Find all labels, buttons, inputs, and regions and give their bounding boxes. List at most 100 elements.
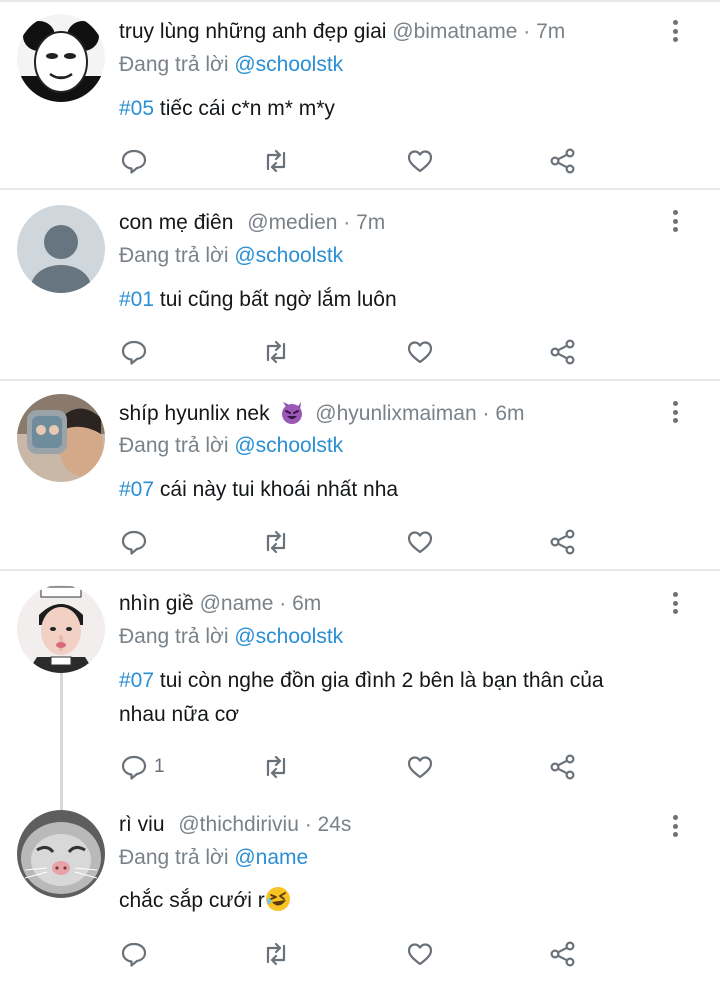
more-icon[interactable] [666,399,684,425]
display-name[interactable]: con mẹ điên [119,211,233,234]
user-handle[interactable]: @hyunlixmaiman · 6m [315,402,524,425]
user-handle[interactable]: @medien · 7m [247,211,385,234]
share-button[interactable] [549,751,577,783]
reply-context: Đang trả lời @schoolstk [119,624,343,650]
tweet-actions [0,526,720,558]
tweet-divider [0,188,720,190]
reply-context: Đang trả lời @schoolstk [119,52,343,78]
avatar[interactable] [17,394,105,482]
tweet-text: #07 cái này tui khoái nhất nha [119,473,689,507]
avatar[interactable] [17,810,105,898]
reply-mention[interactable]: @schoolstk [234,625,343,648]
retweet-button[interactable] [262,526,290,558]
tweet-divider [0,379,720,381]
reply-button[interactable] [120,145,154,177]
like-icon [407,341,433,364]
reply-icon [121,149,147,174]
reply-prefix: Đang trả lời [119,846,229,869]
avatar[interactable] [17,585,105,673]
reply-mention[interactable]: @schoolstk [234,53,343,76]
display-name[interactable]: shíp hyunlix nek [119,402,270,425]
tweet-text: #01 tui cũng bất ngờ lắm luôn [119,283,689,317]
thread-line [60,672,63,814]
share-icon [550,754,575,780]
tweet-actions [0,336,720,368]
tweet-header: shíp hyunlix nek @hyunlixmaiman · 6m [119,399,525,427]
reply-icon [121,942,147,967]
reply-context: Đang trả lời @schoolstk [119,243,343,269]
like-icon [407,943,433,966]
hashtag[interactable]: #01 [119,288,154,311]
display-name[interactable]: truy lùng những anh đẹp giai [119,20,386,43]
share-button[interactable] [549,938,577,970]
tweet-text: chắc sắp cưới r [119,884,689,918]
display-name[interactable]: rì viu [119,813,165,836]
reply-button[interactable] [120,526,154,558]
retweet-icon [266,340,286,364]
user-handle[interactable]: @name · 6m [200,592,322,615]
reply-mention[interactable]: @name [234,846,308,869]
reply-mention[interactable]: @schoolstk [234,244,343,267]
retweet-icon [266,149,286,173]
hashtag[interactable]: #07 [119,669,154,692]
tweet-actions: 1 [0,751,720,783]
like-button[interactable] [406,751,434,783]
reply-count: 1 [154,756,165,777]
top-divider [0,0,720,2]
reply-button[interactable] [120,938,154,970]
retweet-button[interactable] [262,751,290,783]
share-button[interactable] [549,336,577,368]
tweet-text-content: tui còn nghe đồn gia đình 2 bên là bạn t… [159,669,604,692]
share-icon [550,529,575,555]
tweet-text-content: chắc sắp cưới r [119,889,265,912]
like-button[interactable] [406,938,434,970]
more-icon[interactable] [666,813,684,839]
like-button[interactable] [406,336,434,368]
more-icon[interactable] [666,208,684,234]
tweet-actions [0,145,720,177]
like-icon [407,150,433,173]
reply-context: Đang trả lời @name [119,845,308,871]
tweet-text: #07 tui còn nghe đồn gia đình 2 bên là b… [119,664,689,732]
user-handle[interactable]: @bimatname · 7m [392,20,565,43]
tweet-actions [0,938,720,970]
tweet-text-content: cái này tui khoái nhất nha [159,478,399,501]
more-icon[interactable] [666,18,684,44]
user-handle[interactable]: @thichdiriviu · 24s [178,813,351,836]
retweet-button[interactable] [262,938,290,970]
reply-button[interactable]: 1 [120,751,165,783]
like-button[interactable] [406,526,434,558]
more-icon[interactable] [666,590,684,616]
like-icon [407,531,433,554]
hashtag[interactable]: #05 [119,97,154,120]
retweet-icon [266,942,286,966]
tweet-text: #05 tiếc cái c*n m* m*y [119,92,689,126]
reply-button[interactable] [120,336,154,368]
avatar[interactable] [17,205,105,293]
tweet-header: con mẹ điên @medien · 7m [119,210,385,236]
tweet-header: rì viu @thichdiriviu · 24s [119,812,351,838]
share-button[interactable] [549,145,577,177]
reply-prefix: Đang trả lời [119,53,229,76]
share-icon [550,339,575,365]
display-name[interactable]: nhìn giề [119,592,194,615]
retweet-button[interactable] [262,145,290,177]
hashtag[interactable]: #07 [119,478,154,501]
like-button[interactable] [406,145,434,177]
share-icon [550,941,575,967]
tweet-text-continuation: nhau nữa cơ [119,703,240,726]
share-button[interactable] [549,526,577,558]
retweet-button[interactable] [262,336,290,368]
tweet-divider [0,569,720,571]
retweet-icon [266,530,286,554]
reply-prefix: Đang trả lời [119,625,229,648]
reply-icon [121,530,147,555]
reply-prefix: Đang trả lời [119,434,229,457]
avatar[interactable] [17,14,105,102]
reply-icon [121,755,147,780]
tweet-text-content: tiếc cái c*n m* m*y [159,97,335,120]
tweet-header: nhìn giề @name · 6m [119,591,321,617]
smiling-devil-emoji [282,402,303,424]
reply-mention[interactable]: @schoolstk [234,434,343,457]
like-icon [407,756,433,779]
